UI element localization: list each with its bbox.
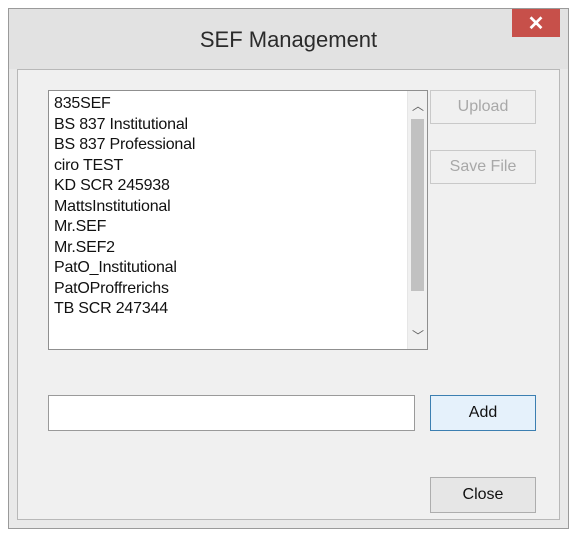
list-item[interactable]: TB SCR 247344 [54,299,405,320]
scroll-up-button[interactable]: ︿ [408,95,427,115]
dialog-body: 835SEF BS 837 Institutional BS 837 Profe… [17,69,560,520]
window-title: SEF Management [199,27,378,52]
list-item[interactable]: Mr.SEF2 [54,238,405,259]
vertical-scrollbar[interactable]: ︿ ﹀ [407,91,427,349]
close-window-button[interactable]: ✕ [512,9,560,37]
scroll-thumb[interactable] [411,119,424,291]
chevron-up-icon: ︿ [411,98,424,113]
list-item[interactable]: ciro TEST [54,156,405,177]
chevron-down-icon: ﹀ [411,328,424,343]
list-item[interactable]: KD SCR 245938 [54,176,405,197]
list-item[interactable]: Mr.SEF [54,217,405,238]
list-item[interactable]: MattsInstitutional [54,197,405,218]
save-file-button[interactable]: Save File [430,150,536,184]
sef-name-input[interactable] [48,395,415,431]
list-item[interactable]: BS 837 Professional [54,135,405,156]
sef-list: 835SEF BS 837 Institutional BS 837 Profe… [54,94,405,320]
close-button[interactable]: Close [430,477,536,513]
add-button[interactable]: Add [430,395,536,431]
title-bar[interactable]: SEF Management ✕ [9,9,568,69]
list-item[interactable]: PatO_Institutional [54,258,405,279]
sef-listbox[interactable]: 835SEF BS 837 Institutional BS 837 Profe… [48,90,428,350]
list-item[interactable]: PatOProffrerichs [54,279,405,300]
scroll-down-button[interactable]: ﹀ [408,325,427,345]
sef-management-window: SEF Management ✕ 835SEF BS 837 Instituti… [8,8,569,529]
list-item[interactable]: 835SEF [54,94,405,115]
upload-button[interactable]: Upload [430,90,536,124]
close-icon: ✕ [527,12,545,35]
list-item[interactable]: BS 837 Institutional [54,115,405,136]
